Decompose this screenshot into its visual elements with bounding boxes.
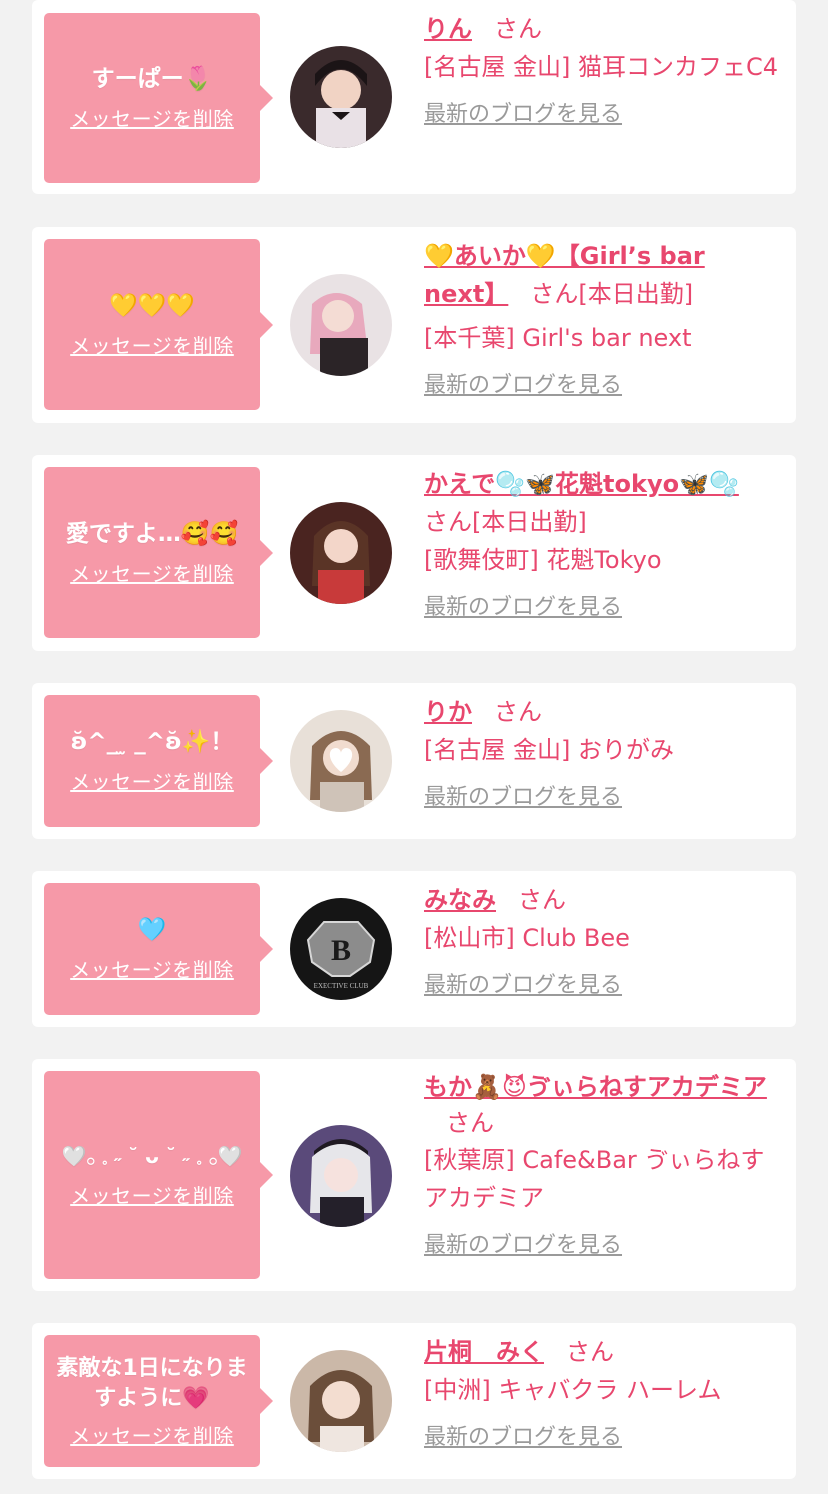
cast-name-link[interactable]: りん bbox=[424, 15, 472, 43]
cast-info: かえで🫧🦋花魁tokyo🦋🫧 さん[本日出勤] [歌舞伎町] 花魁Tokyo 最… bbox=[424, 465, 784, 627]
latest-blog-link[interactable]: 最新のブログを見る bbox=[424, 367, 622, 405]
honorific: さん bbox=[530, 280, 579, 308]
avatar-photo bbox=[290, 710, 392, 812]
message-text: 🤍𓂂 𓈒 ˶ ˘ ᴗ ˘ ˶ 𓈒 𓂂🤍 bbox=[61, 1144, 243, 1168]
logo-caption: EXECTIVE CLUB bbox=[314, 982, 369, 990]
list-item: 素敵な1日になりますように💗 メッセージを削除 片桐 みく さん [中洲] キャバ… bbox=[32, 1323, 796, 1479]
message-bubble: ʚ̆^_ ̫ _^ʚ̆✨！ メッセージを削除 bbox=[44, 695, 273, 827]
message-text: 💛💛💛 bbox=[109, 292, 195, 319]
message-bubble: 🤍𓂂 𓈒 ˶ ˘ ᴗ ˘ ˶ 𓈒 𓂂🤍 メッセージを削除 bbox=[44, 1071, 273, 1279]
message-bubble: 素敵な1日になりますように💗 メッセージを削除 bbox=[44, 1335, 273, 1467]
delete-message-link[interactable]: メッセージを削除 bbox=[70, 766, 234, 795]
latest-blog-link[interactable]: 最新のブログを見る bbox=[424, 1227, 622, 1265]
cast-name-link[interactable]: みなみ bbox=[424, 886, 496, 914]
cast-name-link[interactable]: もか🧸😈ゔぃらねすアカデミア bbox=[424, 1073, 767, 1101]
delete-message-link[interactable]: メッセージを削除 bbox=[70, 1180, 234, 1209]
message-text: すーぱー🌷 bbox=[91, 66, 213, 92]
latest-blog-link[interactable]: 最新のブログを見る bbox=[424, 967, 622, 1005]
avatar[interactable] bbox=[290, 502, 392, 604]
cast-info: 💛あいか💛【Girl’s bar next】 さん[本日出勤] [本千葉] Gir… bbox=[424, 237, 784, 405]
avatar[interactable]: B EXECTIVE CLUB bbox=[290, 898, 392, 1000]
message-text: 🩵 bbox=[137, 917, 167, 943]
list-item: 💛💛💛 メッセージを削除 💛あいか💛【Girl’s bar next】 さん[本日… bbox=[32, 227, 796, 423]
honorific: さん bbox=[424, 508, 472, 536]
list-item: すーぱー🌷 メッセージを削除 りん さん [名古屋 金山] 猫耳コンカフェC4 最… bbox=[32, 0, 796, 194]
cast-info: もか🧸😈ゔぃらねすアカデミアさん [秋葉原] Cafe&Bar ゔぃらねすアカデ… bbox=[424, 1069, 784, 1265]
message-list: すーぱー🌷 メッセージを削除 りん さん [名古屋 金山] 猫耳コンカフェC4 最… bbox=[0, 0, 828, 1494]
latest-blog-link[interactable]: 最新のブログを見る bbox=[424, 96, 622, 134]
cast-info: 片桐 みく さん [中洲] キャバクラ ハーレム 最新のブログを見る bbox=[424, 1333, 784, 1457]
list-item: 愛ですよ…🥰🥰 メッセージを削除 かえで🫧🦋花魁tokyo🦋🫧 さん[本日出勤]… bbox=[32, 455, 796, 651]
honorific: さん bbox=[518, 886, 566, 914]
cast-info: りか さん [名古屋 金山] おりがみ 最新のブログを見る bbox=[424, 693, 784, 817]
list-item: ʚ̆^_ ̫ _^ʚ̆✨！ メッセージを削除 りか さん [名古屋 金山] おりが… bbox=[32, 683, 796, 839]
logo-letter: B bbox=[331, 934, 351, 967]
status-today: [本日出勤] bbox=[578, 280, 694, 308]
message-bubble: 🩵 メッセージを削除 bbox=[44, 883, 273, 1015]
delete-message-link[interactable]: メッセージを削除 bbox=[70, 103, 234, 132]
shop-name: [名古屋 金山] おりがみ bbox=[424, 736, 674, 764]
message-bubble: 💛💛💛 メッセージを削除 bbox=[44, 239, 273, 410]
latest-blog-link[interactable]: 最新のブログを見る bbox=[424, 589, 622, 627]
shop-name: [松山市] Club Bee bbox=[424, 924, 630, 952]
honorific: さん bbox=[494, 15, 542, 43]
cast-name-link[interactable]: りか bbox=[424, 698, 472, 726]
avatar-photo bbox=[290, 1125, 392, 1227]
message-text: 愛ですよ…🥰🥰 bbox=[65, 520, 239, 547]
shop-name: [秋葉原] Cafe&Bar ゔぃらねすアカデミア bbox=[424, 1146, 765, 1212]
avatar[interactable] bbox=[290, 274, 392, 376]
delete-message-link[interactable]: メッセージを削除 bbox=[70, 330, 234, 359]
avatar-photo bbox=[290, 1350, 392, 1452]
delete-message-link[interactable]: メッセージを削除 bbox=[70, 1420, 234, 1449]
shop-name: [歌舞伎町] 花魁Tokyo bbox=[424, 546, 662, 574]
message-bubble: 愛ですよ…🥰🥰 メッセージを削除 bbox=[44, 467, 273, 638]
delete-message-link[interactable]: メッセージを削除 bbox=[70, 954, 234, 983]
honorific: さん bbox=[446, 1109, 494, 1137]
shop-name: [名古屋 金山] 猫耳コンカフェC4 bbox=[424, 53, 779, 81]
status-today: [本日出勤] bbox=[472, 508, 587, 536]
message-bubble: すーぱー🌷 メッセージを削除 bbox=[44, 13, 273, 183]
list-item: 🩵 メッセージを削除 B EXECTIVE CLUB みなみ さん [松山市] C… bbox=[32, 871, 796, 1027]
avatar-photo bbox=[290, 502, 392, 604]
shop-name: [中洲] キャバクラ ハーレム bbox=[424, 1376, 722, 1404]
cast-info: りん さん [名古屋 金山] 猫耳コンカフェC4 最新のブログを見る bbox=[424, 10, 784, 134]
cast-info: みなみ さん [松山市] Club Bee 最新のブログを見る bbox=[424, 881, 784, 1005]
avatar[interactable] bbox=[290, 1350, 392, 1452]
latest-blog-link[interactable]: 最新のブログを見る bbox=[424, 779, 622, 817]
shop-name: [本千葉] Girl's bar next bbox=[424, 324, 692, 352]
avatar[interactable] bbox=[290, 1125, 392, 1227]
cast-name-link[interactable]: かえで🫧🦋花魁tokyo🦋🫧 bbox=[424, 470, 739, 498]
honorific: さん bbox=[566, 1338, 614, 1366]
avatar[interactable] bbox=[290, 46, 392, 148]
avatar[interactable] bbox=[290, 710, 392, 812]
avatar-photo bbox=[290, 274, 392, 376]
message-text: ʚ̆^_ ̫ _^ʚ̆✨！ bbox=[70, 729, 234, 755]
delete-message-link[interactable]: メッセージを削除 bbox=[70, 558, 234, 587]
honorific: さん bbox=[494, 698, 542, 726]
list-item: 🤍𓂂 𓈒 ˶ ˘ ᴗ ˘ ˶ 𓈒 𓂂🤍 メッセージを削除 もか🧸😈ゔぃらねすアカ… bbox=[32, 1059, 796, 1291]
club-logo: B EXECTIVE CLUB bbox=[290, 898, 392, 1000]
message-text: 素敵な1日になりますように💗 bbox=[56, 1355, 248, 1411]
cast-name-link[interactable]: 片桐 みく bbox=[424, 1338, 544, 1366]
avatar-photo bbox=[290, 46, 392, 148]
latest-blog-link[interactable]: 最新のブログを見る bbox=[424, 1419, 622, 1457]
